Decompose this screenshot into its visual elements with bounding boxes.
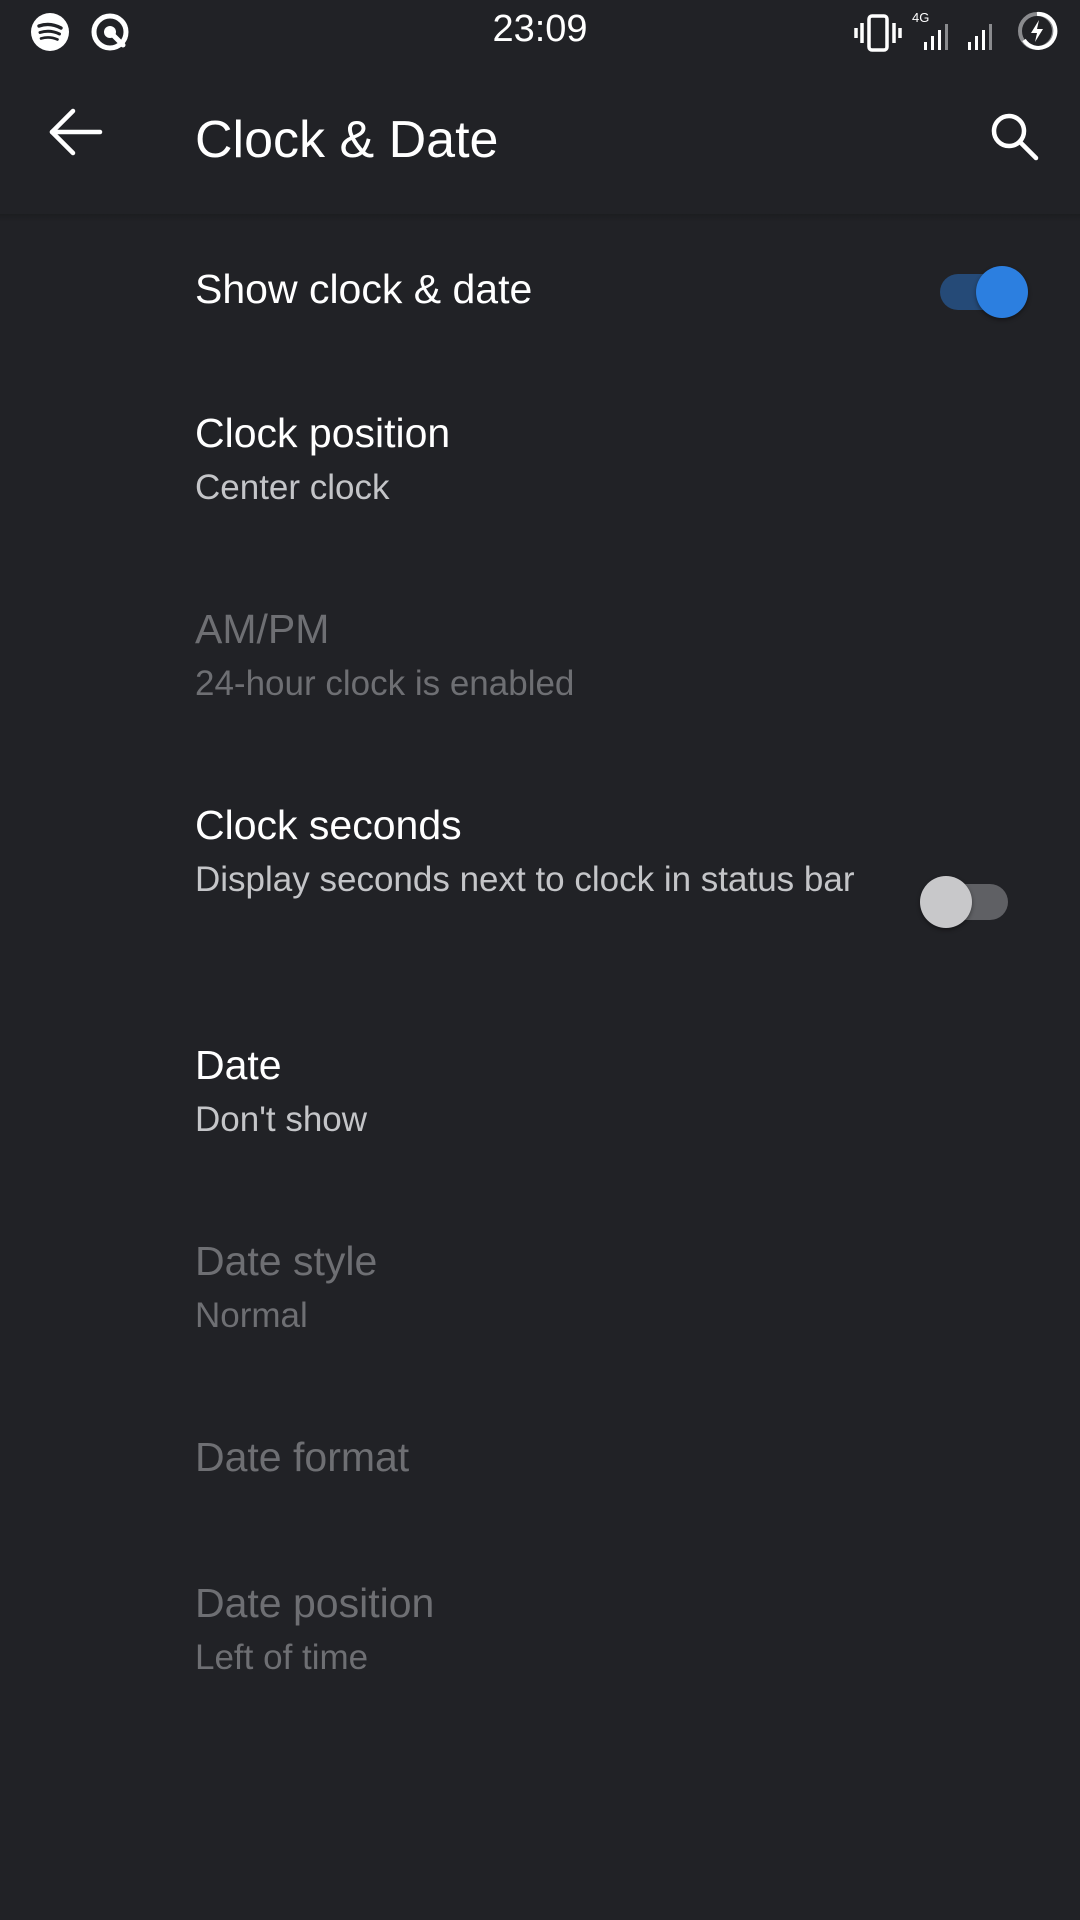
vibrate-icon xyxy=(854,14,902,57)
clock-seconds-switch[interactable] xyxy=(920,868,1010,928)
search-icon xyxy=(988,110,1040,167)
switch-thumb xyxy=(920,876,972,928)
pref-show-clock-date[interactable]: Show clock & date xyxy=(0,222,1080,360)
network-type-label: 4G xyxy=(912,10,929,25)
pref-title: Clock seconds xyxy=(195,802,462,848)
pref-title: Show clock & date xyxy=(195,266,533,312)
back-button[interactable] xyxy=(38,96,114,172)
pref-summary: Normal xyxy=(195,1296,308,1335)
app-bar-shadow xyxy=(0,214,1080,222)
pref-summary: Display seconds next to clock in status … xyxy=(195,860,855,899)
show-clock-date-switch[interactable] xyxy=(932,258,1028,318)
search-button[interactable] xyxy=(972,96,1056,180)
pref-title: Date format xyxy=(195,1434,410,1480)
signal-icon xyxy=(964,10,1004,57)
pref-am-pm: AM/PM 24-hour clock is enabled xyxy=(0,556,1080,752)
status-bar: 23:09 4G xyxy=(0,0,1080,64)
pref-clock-position[interactable]: Clock position Center clock xyxy=(0,360,1080,556)
pref-summary: Left of time xyxy=(195,1638,369,1677)
pref-summary: Don't show xyxy=(195,1100,368,1139)
pref-title: Date style xyxy=(195,1238,378,1284)
pref-title: AM/PM xyxy=(195,606,330,652)
pref-clock-seconds[interactable]: Clock seconds Display seconds next to cl… xyxy=(0,752,1080,992)
signal-4g-icon: 4G xyxy=(910,10,956,57)
arrow-back-icon xyxy=(48,108,104,161)
pref-date-format: Date format xyxy=(0,1384,1080,1530)
pref-title: Clock position xyxy=(195,410,451,456)
pref-summary: Center clock xyxy=(195,468,390,507)
pref-title: Date xyxy=(195,1042,282,1088)
pref-date-position: Date position Left of time xyxy=(0,1530,1080,1726)
app-bar xyxy=(0,64,1080,218)
pref-date[interactable]: Date Don't show xyxy=(0,992,1080,1188)
page-title: Clock & Date xyxy=(195,111,499,169)
switch-thumb xyxy=(976,266,1028,318)
pref-summary: 24-hour clock is enabled xyxy=(195,664,575,703)
pref-date-style: Date style Normal xyxy=(0,1188,1080,1384)
battery-charging-icon xyxy=(1016,10,1058,57)
pref-title: Date position xyxy=(195,1580,435,1626)
